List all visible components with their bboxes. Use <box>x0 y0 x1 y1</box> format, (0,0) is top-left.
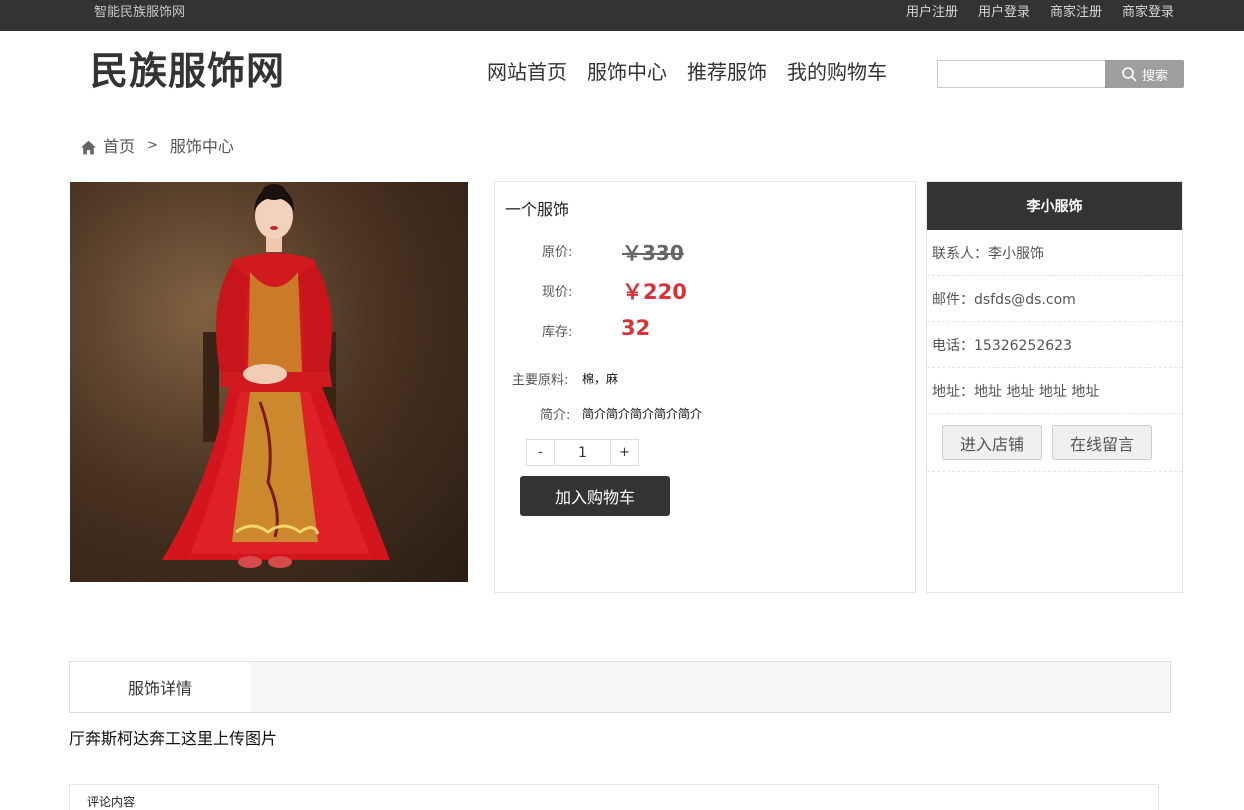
search-button[interactable]: 搜索 <box>1105 60 1184 88</box>
intro-value: 简介简介简介简介简介 <box>582 407 703 421</box>
nav-clothing-center[interactable]: 服饰中心 <box>587 57 667 87</box>
shop-contact: 联系人：李小服饰 <box>927 230 1182 276</box>
comments-section: 评论内容 <box>69 784 1159 810</box>
user-register-link[interactable]: 用户注册 <box>906 0 958 25</box>
stock-value: 32 <box>621 316 651 340</box>
nav-cart[interactable]: 我的购物车 <box>787 57 887 87</box>
search-icon <box>1122 67 1137 82</box>
quantity-stepper: - 1 + <box>526 439 639 466</box>
material-value: 棉，麻 <box>582 372 619 386</box>
shop-name: 李小服饰 <box>927 182 1182 230</box>
shop-phone: 电话：15326252623 <box>927 322 1182 368</box>
site-logo[interactable]: 民族服饰网 <box>90 45 285 97</box>
main-nav: 网站首页 服饰中心 推荐服饰 我的购物车 <box>487 57 887 87</box>
search-bar: 搜索 <box>937 60 1184 88</box>
breadcrumb-current[interactable]: 服饰中心 <box>170 133 234 157</box>
search-button-label: 搜索 <box>1141 68 1168 84</box>
site-name: 智能民族服饰网 <box>94 5 186 20</box>
bride-in-red-dress-illustration <box>70 182 468 582</box>
product-name: 一个服饰 <box>505 200 570 219</box>
quantity-field[interactable]: 1 <box>554 440 611 465</box>
material-label: 主要原料: <box>512 373 569 388</box>
product-info-panel: 一个服饰 原价: ￥330 现价: ￥220 库存: 32 主要原料: 棉，麻 … <box>494 181 916 593</box>
current-price: ￥220 <box>622 280 687 304</box>
breadcrumb-home[interactable]: 首页 <box>103 133 135 157</box>
top-bar: 智能民族服饰网 用户注册 用户登录 商家注册 商家登录 <box>0 0 1244 31</box>
stock-label: 库存: <box>542 325 573 340</box>
original-price-label: 原价: <box>542 245 573 260</box>
nav-home[interactable]: 网站首页 <box>487 57 567 87</box>
tab-clothing-details[interactable]: 服饰详情 <box>70 662 250 712</box>
merchant-register-link[interactable]: 商家注册 <box>1050 0 1102 25</box>
shop-email: 邮件：dsfds@ds.com <box>927 276 1182 322</box>
shop-info-panel: 李小服饰 联系人：李小服饰 邮件：dsfds@ds.com 电话：1532625… <box>926 181 1183 593</box>
detail-tabs: 服饰详情 <box>69 661 1171 713</box>
comments-title: 评论内容 <box>87 795 136 809</box>
home-icon <box>81 140 96 154</box>
quantity-increase-button[interactable]: + <box>611 440 638 465</box>
shop-address: 地址：地址 地址 地址 地址 <box>927 368 1182 414</box>
breadcrumb-separator: > <box>147 137 158 153</box>
enter-shop-button[interactable]: 进入店铺 <box>942 425 1042 460</box>
current-price-label: 现价: <box>542 285 573 300</box>
shop-actions: 进入店铺 在线留言 <box>927 414 1182 472</box>
top-links: 用户注册 用户登录 商家注册 商家登录 <box>906 0 1174 25</box>
search-input[interactable] <box>937 60 1105 88</box>
user-login-link[interactable]: 用户登录 <box>978 0 1030 25</box>
add-to-cart-button[interactable]: 加入购物车 <box>520 476 670 516</box>
breadcrumb: 首页 > 服饰中心 <box>80 133 234 157</box>
product-image <box>70 182 468 582</box>
detail-content: 厅奔斯柯达奔工这里上传图片 <box>69 729 278 748</box>
intro-label: 简介: <box>540 408 571 423</box>
online-message-button[interactable]: 在线留言 <box>1052 425 1152 460</box>
original-price: ￥330 <box>622 241 684 265</box>
nav-recommended[interactable]: 推荐服饰 <box>687 57 767 87</box>
quantity-decrease-button[interactable]: - <box>527 440 554 465</box>
merchant-login-link[interactable]: 商家登录 <box>1122 0 1174 25</box>
